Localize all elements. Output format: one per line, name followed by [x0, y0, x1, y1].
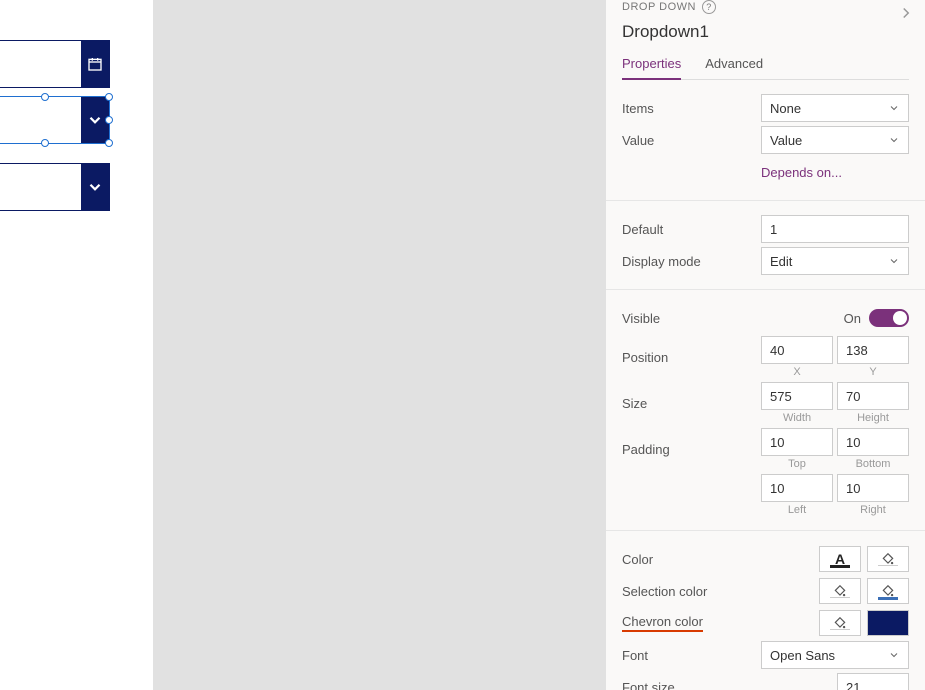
position-label: Position: [622, 350, 752, 365]
calendar-icon: [81, 41, 109, 87]
tab-advanced[interactable]: Advanced: [705, 50, 763, 79]
font-size-input[interactable]: [837, 673, 909, 690]
position-x-input[interactable]: [761, 336, 833, 364]
default-input[interactable]: [761, 215, 909, 243]
display-mode-label: Display mode: [622, 254, 752, 269]
canvas-background[interactable]: [153, 0, 605, 690]
padding-left-input[interactable]: [761, 474, 833, 502]
selection-color-label: Selection color: [622, 584, 752, 599]
control-name[interactable]: Dropdown1: [622, 22, 909, 42]
padding-label: Padding: [622, 442, 752, 457]
items-label: Items: [622, 101, 752, 116]
tab-properties[interactable]: Properties: [622, 50, 681, 79]
help-icon[interactable]: ?: [702, 0, 716, 14]
font-label: Font: [622, 648, 752, 663]
size-width-input[interactable]: [761, 382, 833, 410]
value-select[interactable]: Value: [761, 126, 909, 154]
items-select[interactable]: None: [761, 94, 909, 122]
text-color-button[interactable]: A: [819, 546, 861, 572]
position-y-input[interactable]: [837, 336, 909, 364]
default-label: Default: [622, 222, 752, 237]
collapse-panel-icon[interactable]: [897, 4, 915, 25]
control-type-crumb[interactable]: DROP DOWN: [622, 1, 696, 13]
visible-label: Visible: [622, 311, 752, 326]
properties-panel: DROP DOWN ? Dropdown1 Properties Advance…: [605, 0, 925, 690]
font-size-label: Font size: [622, 680, 752, 690]
color-label: Color: [622, 552, 752, 567]
chevron-color-label: Chevron color: [622, 614, 703, 632]
size-label: Size: [622, 396, 752, 411]
font-select[interactable]: Open Sans: [761, 641, 909, 669]
selection-text-color-button[interactable]: [819, 578, 861, 604]
display-mode-select[interactable]: Edit: [761, 247, 909, 275]
value-label: Value: [622, 133, 752, 148]
visible-value: On: [844, 311, 861, 326]
depends-on-link[interactable]: Depends on...: [761, 165, 909, 180]
chevron-down-icon: [888, 102, 900, 114]
chevron-down-icon: [81, 164, 109, 210]
visible-toggle[interactable]: [869, 309, 909, 327]
size-height-input[interactable]: [837, 382, 909, 410]
chevron-fill-color-button[interactable]: [819, 610, 861, 636]
chevron-down-icon: [888, 255, 900, 267]
chevron-bg-color-swatch[interactable]: [867, 610, 909, 636]
canvas-datepicker[interactable]: [0, 40, 110, 88]
selection-fill-color-button[interactable]: [867, 578, 909, 604]
canvas-dropdown-2[interactable]: [0, 163, 110, 211]
chevron-down-icon: [888, 649, 900, 661]
fill-color-button[interactable]: [867, 546, 909, 572]
padding-right-input[interactable]: [837, 474, 909, 502]
padding-bottom-input[interactable]: [837, 428, 909, 456]
chevron-down-icon: [888, 134, 900, 146]
canvas-dropdown-selected[interactable]: [0, 96, 110, 144]
padding-top-input[interactable]: [761, 428, 833, 456]
